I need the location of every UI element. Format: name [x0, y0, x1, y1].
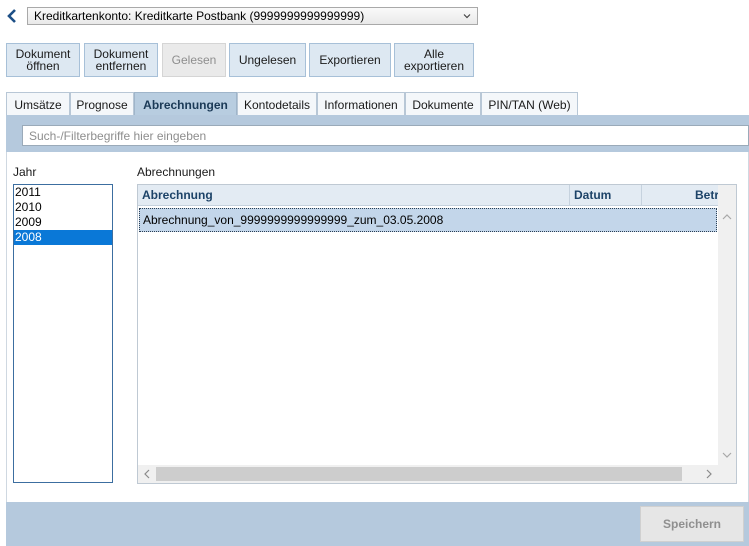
statements-label: Abrechnungen: [137, 165, 216, 179]
mark-unread-button[interactable]: Ungelesen: [229, 43, 306, 77]
scroll-down-icon[interactable]: [722, 451, 732, 459]
vertical-scrollbar[interactable]: [718, 185, 736, 465]
export-label: Exportieren: [319, 53, 381, 67]
export-button[interactable]: Exportieren: [309, 43, 391, 77]
tab-prognose[interactable]: Prognose: [70, 92, 134, 116]
scroll-left-icon[interactable]: [143, 469, 151, 479]
export-all-button[interactable]: Alle exportieren: [394, 43, 474, 77]
tab-label: Umsätze: [14, 97, 62, 112]
year-item-2009[interactable]: 2009: [14, 215, 112, 230]
remove-document-button[interactable]: Dokument entfernen: [84, 43, 158, 77]
tab-label: PIN/TAN (Web): [488, 97, 571, 112]
open-document-label: Dokument öffnen: [15, 47, 71, 73]
account-select[interactable]: Kreditkartenkonto: Kreditkarte Postbank …: [27, 7, 478, 25]
table-header: Abrechnung Datum Betr: [138, 185, 718, 206]
search-input[interactable]: [22, 125, 749, 146]
tab-label: Dokumente: [412, 97, 474, 112]
tab-label: Kontodetails: [243, 97, 311, 112]
scroll-right-icon[interactable]: [705, 469, 713, 479]
tab-abrechnungen[interactable]: Abrechnungen: [134, 92, 237, 116]
tab-kontodetails[interactable]: Kontodetails: [237, 92, 317, 116]
scrollbar-corner: [718, 465, 736, 483]
mark-unread-label: Ungelesen: [238, 53, 297, 67]
tab-dokumente[interactable]: Dokumente: [405, 92, 481, 116]
mark-read-label: Gelesen: [171, 53, 217, 67]
open-document-button[interactable]: Dokument öffnen: [6, 43, 80, 77]
account-select-value: Kreditkartenkonto: Kreditkarte Postbank …: [34, 9, 365, 23]
year-label: Jahr: [13, 165, 37, 179]
back-button[interactable]: [4, 7, 20, 25]
export-all-label: Alle exportieren: [403, 47, 465, 73]
horizontal-scrollbar[interactable]: [138, 465, 718, 483]
tab-label: Abrechnungen: [143, 97, 228, 112]
scroll-up-icon[interactable]: [722, 213, 732, 221]
mark-read-button[interactable]: Gelesen: [162, 43, 226, 77]
tab-informationen[interactable]: Informationen: [317, 92, 405, 116]
save-button[interactable]: Speichern: [640, 506, 744, 542]
footer-band: [6, 502, 749, 546]
column-header-abrechnung[interactable]: Abrechnung: [138, 185, 570, 206]
tab-label: Prognose: [76, 97, 128, 112]
tab-bar: Umsätze Prognose Abrechnungen Kontodetai…: [6, 92, 749, 116]
statements-table: Abrechnung Datum Betr Abrechnung_von_999…: [137, 184, 737, 484]
remove-document-label: Dokument entfernen: [93, 47, 149, 73]
table-row[interactable]: Abrechnung_von_9999999999999999_zum_03.0…: [139, 208, 717, 232]
tab-pin-tan[interactable]: PIN/TAN (Web): [481, 92, 578, 116]
column-header-betrag[interactable]: Betr: [642, 185, 718, 206]
year-list[interactable]: 2011 2010 2009 2008: [13, 184, 113, 483]
year-item-2011[interactable]: 2011: [14, 185, 112, 200]
year-item-2008[interactable]: 2008: [14, 230, 112, 245]
save-label: Speichern: [662, 517, 722, 531]
tab-label: Informationen: [324, 97, 398, 112]
tab-umsaetze[interactable]: Umsätze: [6, 92, 70, 116]
year-item-2010[interactable]: 2010: [14, 200, 112, 215]
chevron-left-icon: [7, 9, 16, 23]
chevron-down-icon: [463, 14, 471, 19]
column-header-datum[interactable]: Datum: [570, 185, 642, 206]
statement-name-cell: Abrechnung_von_9999999999999999_zum_03.0…: [143, 213, 444, 227]
scrollbar-thumb[interactable]: [156, 467, 682, 481]
